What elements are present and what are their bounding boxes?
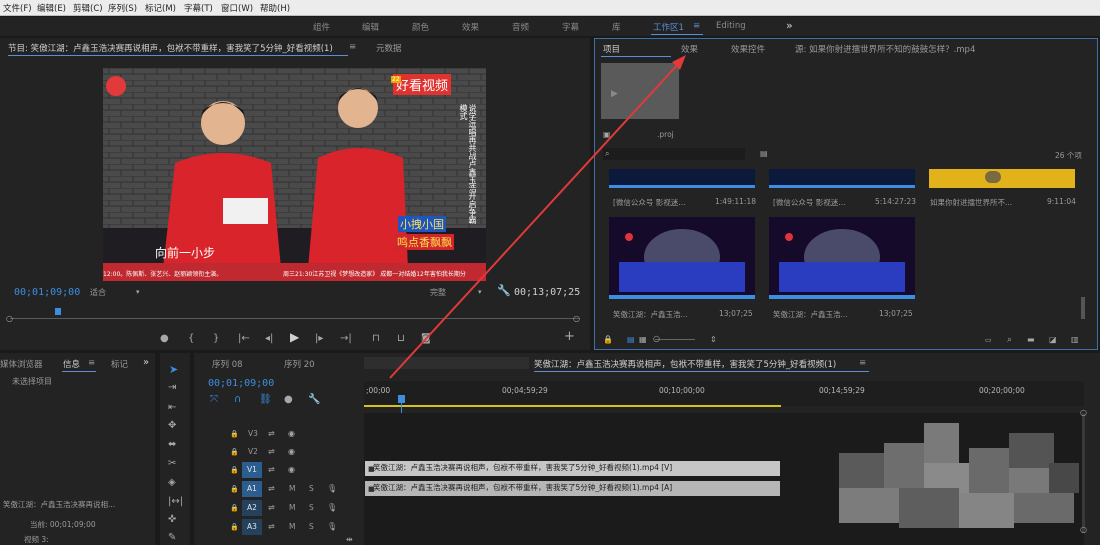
- arrow-line: [389, 61, 681, 379]
- annotation-arrow: [389, 55, 686, 379]
